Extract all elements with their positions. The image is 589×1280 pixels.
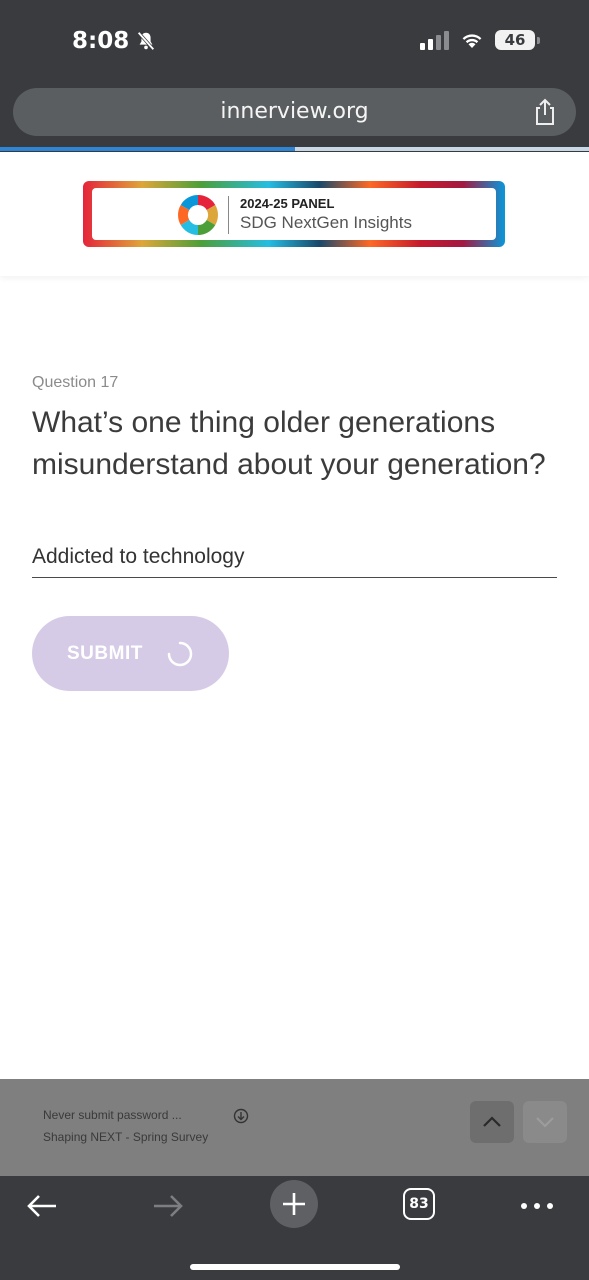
- back-button[interactable]: [22, 1186, 62, 1226]
- wifi-icon: [462, 34, 482, 48]
- question-text: What’s one thing older generations misun…: [32, 406, 546, 481]
- status-indicators: 46: [420, 30, 540, 50]
- site-header: 2024-25 PANEL SDG NextGen Insights: [0, 152, 589, 276]
- page-title-hint[interactable]: Shaping NEXT - Spring Survey: [43, 1130, 208, 1144]
- submit-button[interactable]: SUBMIT: [32, 616, 229, 691]
- browser-top-chrome: 8:08 46 innerview.org: [0, 0, 589, 152]
- more-menu-button[interactable]: [516, 1186, 558, 1226]
- cellular-signal-icon: [420, 30, 449, 50]
- forward-button[interactable]: [148, 1186, 188, 1226]
- submit-button-label: SUBMIT: [67, 642, 143, 664]
- more-icon: [521, 1203, 553, 1209]
- question-number: Question 17: [32, 374, 119, 391]
- battery-icon: 46: [495, 30, 540, 50]
- password-warning[interactable]: Never submit password ...: [43, 1108, 182, 1122]
- browser-bottom-toolbar: 83: [0, 1176, 589, 1280]
- logo-program-name: SDG NextGen Insights: [240, 213, 412, 232]
- page-load-progress-fill: [0, 147, 295, 151]
- tab-count: 83: [409, 1196, 429, 1212]
- logo-panel-year: 2024-25 PANEL: [240, 196, 335, 211]
- sdg-wheel-icon: [178, 195, 218, 235]
- status-time-text: 8:08: [72, 28, 130, 54]
- home-indicator: [190, 1264, 400, 1270]
- status-time: 8:08: [72, 28, 157, 54]
- battery-level: 46: [504, 31, 526, 49]
- download-icon[interactable]: [233, 1108, 249, 1124]
- chevron-down-icon: [536, 1117, 554, 1128]
- back-arrow-icon: [27, 1195, 56, 1217]
- plus-icon: [283, 1193, 305, 1215]
- loading-spinner-icon: [167, 641, 193, 667]
- answer-input[interactable]: [32, 537, 557, 578]
- chevron-up-icon: [483, 1116, 501, 1127]
- new-tab-button[interactable]: [270, 1180, 318, 1228]
- next-field-button[interactable]: [523, 1101, 567, 1143]
- bell-slash-icon: [137, 31, 155, 51]
- sdg-panel-logo: 2024-25 PANEL SDG NextGen Insights: [83, 181, 505, 247]
- address-bar[interactable]: innerview.org: [13, 88, 576, 136]
- url-text[interactable]: innerview.org: [13, 99, 576, 124]
- page-load-progress: [0, 147, 589, 151]
- tabs-button[interactable]: 83: [403, 1188, 435, 1220]
- share-icon[interactable]: [532, 98, 558, 126]
- logo-divider: [228, 196, 229, 234]
- previous-field-button[interactable]: [470, 1101, 514, 1143]
- forward-arrow-icon: [154, 1195, 183, 1217]
- logo-inner: 2024-25 PANEL SDG NextGen Insights: [92, 188, 496, 240]
- form-assist-bar: Never submit password ... Shaping NEXT -…: [0, 1079, 589, 1176]
